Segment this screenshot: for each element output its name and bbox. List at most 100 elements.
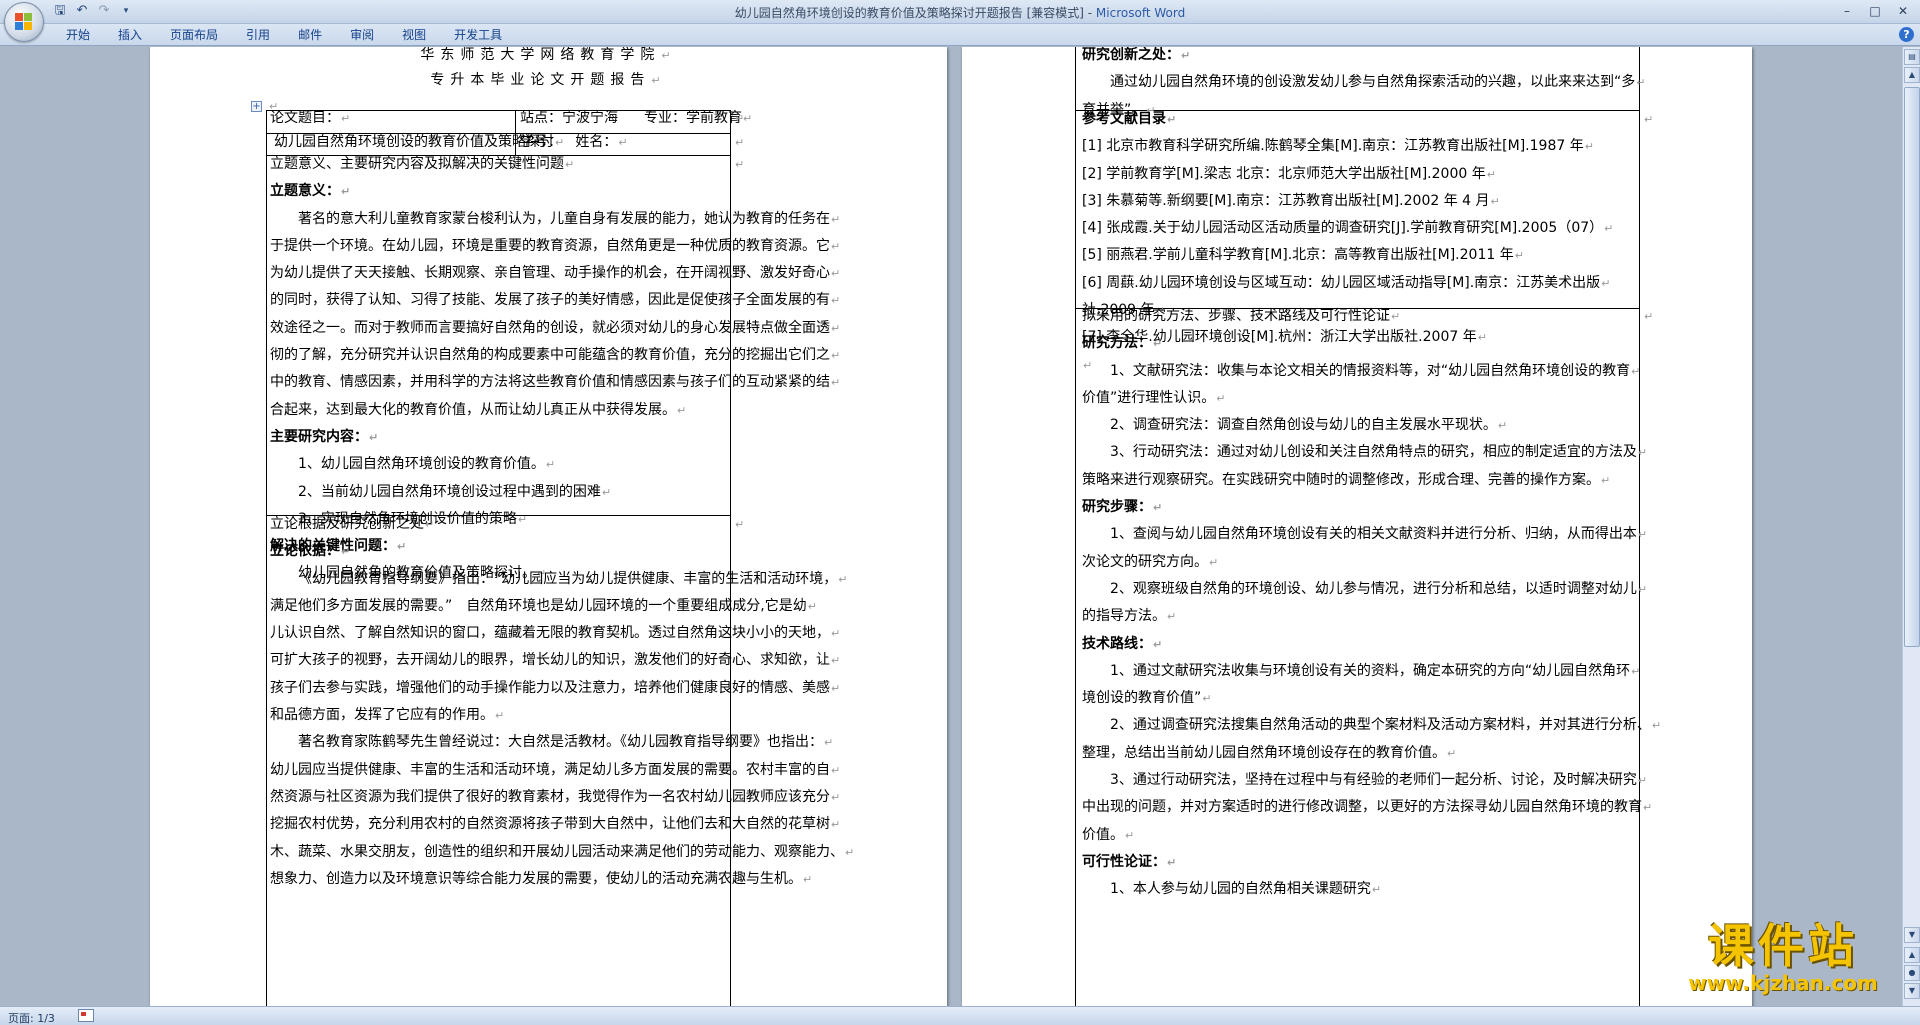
text-line: 合起来，达到最大化的教育价值，从而让幼儿真正从中获得发展。↵ bbox=[270, 401, 687, 418]
text-line: 效途径之一。而对于教师而言要搞好自然角的创设，就必须对幼儿的身心发展特点做全面透… bbox=[270, 319, 841, 336]
office-button[interactable] bbox=[4, 2, 44, 42]
table-move-handle-icon[interactable]: + bbox=[251, 101, 262, 112]
feasibility-heading: 可行性论证：↵ bbox=[1082, 853, 1177, 870]
text-line: 境创设的教育价值”↵ bbox=[1082, 690, 1212, 707]
text-line: 整理，总结出当前幼儿园自然角环境创设存在的教育价值。↵ bbox=[1082, 744, 1457, 761]
methods-paragraph: 1、文献研究法：收集与本论文相关的情报资料等，对“幼儿园自然角环境创设的教育↵ 价… bbox=[1082, 358, 1648, 494]
window-controls: – □ ✕ bbox=[1834, 2, 1916, 20]
scroll-up-icon[interactable]: ▲ bbox=[1904, 67, 1920, 83]
text-line: 价值”进行理性认识。↵ bbox=[1082, 389, 1226, 406]
methods-section-heading: 拟采用的研究方法、步骤、技术路线及可行性论证↵ bbox=[1082, 308, 1401, 324]
text-line: 幼儿园应当提供健康、丰富的生活和活动环境，满足幼儿多方面发展的需要。农村丰富的自… bbox=[270, 761, 841, 778]
office-logo-icon bbox=[15, 13, 33, 31]
text-line: 中的教育、情感因素，并用科学的方法将这些教育价值和情感因素与孩子们的互动紧紧的结… bbox=[270, 374, 841, 391]
proofing-icon[interactable] bbox=[78, 1009, 94, 1022]
significance-heading: 立题意义：↵ bbox=[270, 183, 351, 200]
ribbon-tab[interactable]: 插入 bbox=[104, 27, 156, 43]
page-count[interactable]: 页面: 1/3 bbox=[8, 1010, 55, 1025]
text-line: 3、通过行动研究法，坚持在过程中与有经验的老师们一起分析、讨论，及时解决研究↵ bbox=[1110, 772, 1648, 789]
ribbon-tab[interactable]: 视图 bbox=[388, 27, 440, 43]
text-line: 于提供一个环境。在幼儿园，环境是重要的教育资源，自然角更是一种优质的教育资源。它… bbox=[270, 237, 841, 254]
text-line: 为幼儿提供了天天接触、长期观察、亲自管理、动手操作的机会，在开阔视野、激发好奇心… bbox=[270, 265, 841, 282]
ribbon-tabs: 开始 插入 页面布局 引用 邮件 审阅 视图 开发工具 bbox=[52, 27, 516, 43]
text-line: 策略来进行观察研究。在实践研究中随时的调整修改，形成合理、完善的操作方案。↵ bbox=[1082, 471, 1611, 488]
references-heading: 参考文献目录↵ bbox=[1082, 111, 1177, 127]
browse-object-icon[interactable]: ● bbox=[1904, 965, 1920, 981]
section1-heading: 立题意义、主要研究内容及拟解决的关键性问题↵ bbox=[270, 156, 575, 172]
cell-mark: ↵ bbox=[735, 518, 745, 531]
text-line: [5] 丽燕君.学前儿童科学教育[M].北京：高等教育出版社[M].2011 年… bbox=[1082, 247, 1524, 264]
ribbon-tab[interactable]: 开发工具 bbox=[440, 27, 516, 43]
text-line: 2、通过调查研究法搜集自然角活动的典型个案材料及活动方案材料，并对其进行分析、↵ bbox=[1110, 717, 1662, 734]
page-1[interactable]: 华东师范大学网络教育学院↵ 专升本毕业论文开题报告↵ ↵ + 论文题目：↵ 幼儿… bbox=[150, 47, 947, 1006]
ribbon-tab[interactable]: 页面布局 bbox=[156, 27, 232, 43]
ribbon-tab[interactable]: 引用 bbox=[232, 27, 284, 43]
scrollbar-thumb[interactable] bbox=[1904, 87, 1920, 647]
basis-paragraph: 《幼儿园教育指导纲要》指出：“幼儿园应当为幼儿提供健康、丰富的生活和活动环境，↵… bbox=[270, 566, 855, 894]
vertical-scrollbar[interactable]: ▤ ▲ ▼ ▲ ● ▼ bbox=[1902, 47, 1920, 1006]
scroll-down-icon[interactable]: ▼ bbox=[1904, 927, 1920, 943]
steps-paragraph: 1、查阅与幼儿园自然角环境创设有关的相关文献资料并进行分析、归纳，从而得出本↵ 次… bbox=[1082, 521, 1648, 630]
significance-paragraph: 著名的意大利儿童教育家蒙台梭利认为，儿童自身有发展的能力，她认为教育的任务在↵ 于… bbox=[270, 206, 841, 424]
text-line: 价值。↵ bbox=[1082, 826, 1135, 843]
ribbon-tab[interactable]: 审阅 bbox=[336, 27, 388, 43]
report-title: 专升本毕业论文开题报告↵ bbox=[430, 72, 667, 88]
document-area[interactable]: 华东师范大学网络教育学院↵ 专升本毕业论文开题报告↵ ↵ + 论文题目：↵ 幼儿… bbox=[0, 47, 1902, 1006]
cell-mark: ↵ bbox=[735, 112, 745, 125]
ribbon-tab-bar: 开始 插入 页面布局 引用 邮件 审阅 视图 开发工具 ? bbox=[0, 24, 1920, 46]
text-line: 次论文的研究方向。↵ bbox=[1082, 553, 1219, 570]
text-line: 1、幼儿园自然角环境创设的教育价值。↵ bbox=[298, 456, 556, 473]
topic-label: 论文题目：↵ bbox=[270, 110, 351, 126]
text-line: 满足他们多方面发展的需要。” 自然角环境也是幼儿园环境的一个重要组成成分,它是幼… bbox=[270, 597, 817, 614]
text-line: 木、蔬菜、水果交朋友，创造性的组织和开展幼儿园活动来满足他们的劳动能力、观察能力… bbox=[270, 843, 855, 860]
text-line: 2、调查研究法：调查自然角创设与幼儿的自主发展水平现状。↵ bbox=[1110, 417, 1508, 434]
section2-body: 立论根据及研究创新之处↵ 立论依据：↵ 《幼儿园教育指导纲要》指出：“幼儿园应当… bbox=[270, 511, 855, 894]
text-line: 1、通过文献研究法收集与环境创设有关的资料，确定本研究的方向“幼儿园自然角环↵ bbox=[1110, 662, 1641, 679]
text-line: 《幼儿园教育指导纲要》指出：“幼儿园应当为幼儿提供健康、丰富的生活和活动环境，↵ bbox=[298, 570, 848, 587]
watermark-url: www.kjzhan.com bbox=[1688, 971, 1878, 995]
text-line: 2、当前幼儿园自然角环境创设过程中遇到的困难↵ bbox=[298, 483, 612, 500]
app-name: Microsoft Word bbox=[1095, 6, 1186, 20]
text-line: 想象力、创造力以及环境意识等综合能力发展的需要，使幼儿的活动充满农趣与生机。↵ bbox=[270, 870, 813, 887]
cell-mark: ↵ bbox=[735, 158, 745, 171]
window-title: 幼儿园自然角环境创设的教育价值及策略探讨开题报告 [兼容模式] - Micros… bbox=[0, 4, 1920, 21]
minimize-icon[interactable]: – bbox=[1834, 2, 1860, 20]
methods-heading: 研究方法：↵ bbox=[1082, 335, 1163, 352]
maximize-icon[interactable]: □ bbox=[1862, 2, 1888, 20]
cell-mark: ↵ bbox=[1644, 113, 1654, 126]
text-line: [4] 张成霞.关于幼儿园活动区活动质量的调查研究[J].学前教育研究[M].2… bbox=[1082, 220, 1614, 237]
watermark-main: 课件站 bbox=[1708, 919, 1858, 973]
text-line: 1、查阅与幼儿园自然角环境创设有关的相关文献资料并进行分析、归纳，从而得出本↵ bbox=[1110, 526, 1648, 543]
text-line: 的指导方法。↵ bbox=[1082, 608, 1177, 625]
text-line: 可扩大孩子的视野，去开阔幼儿的眼界，增长幼儿的知识，激发他们的好奇心、求知欲，让… bbox=[270, 652, 841, 669]
text-line: 的同时，获得了认知、习得了技能、发展了孩子的美好情感，因此是促使孩子全面发展的有… bbox=[270, 292, 841, 309]
text-line: 孩子们去参与实践，增强他们的动手操作能力以及注意力，培养他们健康良好的情感、美感… bbox=[270, 679, 841, 696]
school-name: 华东师范大学网络教育学院↵ bbox=[420, 47, 677, 63]
ribbon-tab[interactable]: 邮件 bbox=[284, 27, 336, 43]
watermark-logo: 课件站 www.kjzhan.com bbox=[1668, 920, 1898, 1000]
ruler-toggle-icon[interactable]: ▤ bbox=[1904, 49, 1920, 65]
text-line: [2] 学前教育学[M].梁志 北京：北京师范大学出版社[M].2000 年↵ bbox=[1082, 165, 1496, 182]
text-line: 著名的意大利儿童教育家蒙台梭利认为，儿童自身有发展的能力，她认为教育的任务在↵ bbox=[298, 210, 841, 227]
innovation-heading: 研究创新之处：↵ bbox=[1082, 47, 1191, 63]
section2-heading: 立论根据及研究创新之处↵ bbox=[270, 516, 435, 532]
text-line: 3、行动研究法：通过对幼儿创设和关注自然角特点的研究，相应的制定适宜的方法及↵ bbox=[1110, 444, 1648, 461]
text-line: 和品德方面，发挥了它应有的作用。↵ bbox=[270, 707, 505, 724]
ribbon-tab[interactable]: 开始 bbox=[52, 27, 104, 43]
text-line: 儿认识自然、了解自然知识的窗口，蕴藏着无限的教育契机。透过自然角这块小小的天地，… bbox=[270, 625, 841, 642]
cell-mark: ↵ bbox=[1644, 310, 1654, 323]
close-icon[interactable]: ✕ bbox=[1890, 2, 1916, 20]
text-line: 著名教育家陈鹤琴先生曾经说过：大自然是活教材。《幼儿园教育指导纲要》也指出：↵ bbox=[298, 734, 834, 751]
next-page-icon[interactable]: ▼ bbox=[1904, 983, 1920, 999]
document-title: 幼儿园自然角环境创设的教育价值及策略探讨开题报告 [兼容模式] - bbox=[734, 6, 1096, 20]
basis-heading: 立论依据：↵ bbox=[270, 543, 351, 560]
feasibility-line: 1、本人参与幼儿园的自然角相关课题研究↵ bbox=[1110, 881, 1382, 898]
text-line: 1、文献研究法：收集与本论文相关的情报资料等，对“幼儿园自然角环境创设的教育↵ bbox=[1110, 362, 1641, 379]
page-2[interactable]: ↵ ↵ 研究创新之处：↵ 通过幼儿园自然角环境的创设激发幼儿参与自然角探索活动的… bbox=[962, 47, 1752, 1006]
steps-heading: 研究步骤：↵ bbox=[1082, 499, 1163, 516]
previous-page-icon[interactable]: ▲ bbox=[1904, 947, 1920, 963]
text-line: 彻的了解，充分研究并认识自然角的构成要素中可能蕴含的教育价值，充分的挖掘出它们之… bbox=[270, 347, 841, 364]
help-icon[interactable]: ? bbox=[1899, 27, 1914, 42]
text-line: 然资源与社区资源为我们提供了很好的教育素材，我觉得作为一名农村幼儿园教师应该充分… bbox=[270, 788, 841, 805]
methods-body: 拟采用的研究方法、步骤、技术路线及可行性论证↵ 研究方法：↵ 1、文献研究法：收… bbox=[1082, 303, 1662, 904]
